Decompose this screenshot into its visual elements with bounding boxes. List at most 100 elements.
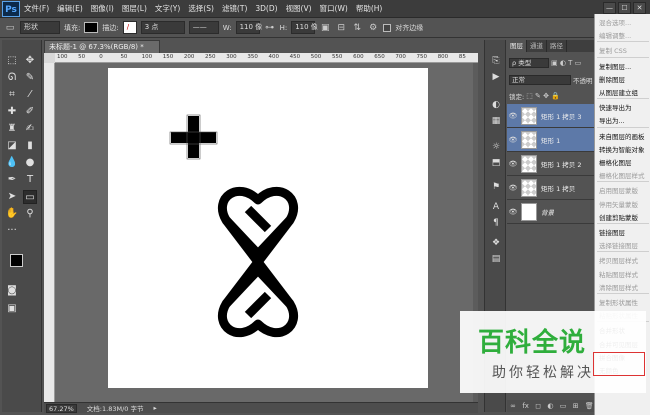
link-layers-icon[interactable]: ∞ [510,402,516,410]
minimize-button[interactable]: — [603,2,616,14]
layer-row[interactable]: 👁 矩形 1 拷贝 3 [507,104,597,128]
menu-view[interactable]: 视图(V) [282,3,316,14]
dodge-tool-icon[interactable]: ● [23,156,37,170]
menu-window[interactable]: 窗口(W) [316,3,352,14]
zoom-tool-icon[interactable]: ⚲ [23,207,37,221]
context-menu-item[interactable]: 链接图层 [599,227,625,237]
context-menu-item[interactable]: 创建剪贴蒙版 [599,212,638,222]
zoom-level[interactable]: 67.27% [46,403,77,413]
actions-icon[interactable]: ▶ [489,70,503,84]
rectangle-tool-icon[interactable]: ▭ [23,190,37,204]
context-menu-item[interactable]: 栅格化图层 [599,157,632,167]
width-input[interactable]: 110 像 [235,21,262,34]
context-menu-item[interactable]: 快速导出为 [599,102,632,112]
menu-help[interactable]: 帮助(H) [352,3,387,14]
layer-style-icon[interactable]: fx [522,402,529,410]
layer-name[interactable]: 矩形 1 拷贝 3 [541,111,581,121]
clone-stamp-tool-icon[interactable]: ♜ [5,122,19,136]
color-icon[interactable]: ◐ [489,98,503,112]
menu-file[interactable]: 文件(F) [20,3,53,14]
layer-name[interactable]: 矩形 1 拷贝 [541,183,575,193]
tab-channels[interactable]: 通道 [527,40,547,52]
layer-row[interactable]: 👁 矩形 1 [507,128,597,152]
gradient-tool-icon[interactable]: ▮ [23,139,37,153]
height-input[interactable]: 110 像 [291,21,318,34]
eyedropper-tool-icon[interactable]: ⁄ [23,88,37,102]
lock-icons[interactable]: ⬚ ✎ ✥ 🔒 [526,92,560,100]
type-tool-icon[interactable]: T [23,173,37,187]
context-menu-item[interactable]: 删除图层 [599,74,625,84]
move-tool-icon[interactable]: ✥ [23,54,37,68]
link-dimensions-icon[interactable]: ⊶ [264,22,276,34]
menu-type[interactable]: 文字(Y) [151,3,184,14]
close-button[interactable]: ✕ [633,2,646,14]
filter-icons[interactable]: ▣ ◐ T ▭ [551,59,581,67]
status-arrow-icon[interactable]: ▸ [153,404,156,412]
menu-filter[interactable]: 滤镜(T) [218,3,251,14]
tab-layers[interactable]: 图层 [507,40,527,52]
more-tools-icon[interactable]: ··· [5,224,19,238]
menu-select[interactable]: 选择(S) [184,3,218,14]
paragraph-icon[interactable]: ¶ [489,216,503,230]
add-mask-icon[interactable]: ◻ [535,402,541,410]
eye-icon[interactable]: 👁 [507,112,519,120]
tab-paths[interactable]: 路径 [547,40,567,52]
layer-name[interactable]: 矩形 1 [541,135,560,145]
layer-row[interactable]: 👁 矩形 1 拷贝 [507,176,597,200]
eye-icon[interactable]: 👁 [507,184,519,192]
ruler-horizontal[interactable]: 100 50 0 50 100 150 200 250 300 350 400 450 500 550 60… [55,53,478,63]
gear-icon[interactable]: ⚙ [367,22,379,34]
character-icon[interactable]: A [489,200,503,214]
shape-tool-preset-icon[interactable]: ▭ [4,22,16,34]
menu-3d[interactable]: 3D(D) [251,4,281,13]
path-operations-icon[interactable]: ▣ [319,22,331,34]
menu-layer[interactable]: 图层(L) [118,3,151,14]
history-icon[interactable]: ⎘ [489,54,503,68]
layer-row[interactable]: 👁 矩形 1 拷贝 2 [507,152,597,176]
brush-tool-icon[interactable]: ✐ [23,105,37,119]
canvas[interactable] [108,68,428,388]
foreground-color-swatch[interactable] [10,254,23,267]
menu-edit[interactable]: 编辑(E) [53,3,87,14]
blend-mode-select[interactable]: 正常 [509,75,571,85]
new-layer-icon[interactable]: ⊞ [573,402,579,410]
layer-name[interactable]: 矩形 1 拷贝 2 [541,159,581,169]
path-selection-tool-icon[interactable]: ➤ [5,190,19,204]
healing-brush-tool-icon[interactable]: ✚ [5,105,19,119]
quick-mask-icon[interactable]: ◙ [5,284,19,298]
plus-shape[interactable] [169,114,218,160]
crop-tool-icon[interactable]: ⌗ [5,88,19,102]
new-group-icon[interactable]: ▭ [560,402,567,410]
swatches-icon[interactable]: ▦ [489,114,503,128]
maximize-button[interactable]: ☐ [618,2,631,14]
context-menu-item[interactable]: 来自图层的画板 [599,131,645,141]
adjustments-icon[interactable]: ☼ [489,140,503,154]
blur-tool-icon[interactable]: 💧 [5,156,19,170]
fill-swatch[interactable] [84,22,99,33]
document-tab[interactable]: 未标题-1 @ 67.3%(RGB/8) * [44,40,160,53]
lasso-tool-icon[interactable]: ᘏ [5,71,19,85]
tool-mode-select[interactable]: 形状 [20,21,60,34]
path-alignment-icon[interactable]: ⊟ [335,22,347,34]
eye-icon[interactable]: 👁 [507,160,519,168]
context-menu-item[interactable]: 导出为... [599,115,625,125]
hand-tool-icon[interactable]: ✋ [5,207,19,221]
timeline-icon[interactable]: ▤ [489,252,503,266]
3d-icon[interactable]: ❖ [489,236,503,250]
properties-icon[interactable]: ⚑ [489,180,503,194]
layer-row[interactable]: 👁 背景 [507,200,597,224]
trash-icon[interactable]: 🗑 [585,402,594,410]
layer-name[interactable]: 背景 [541,207,554,217]
menu-image[interactable]: 图像(I) [87,3,118,14]
context-menu-item[interactable]: 从图层建立组 [599,87,638,97]
path-arrangement-icon[interactable]: ⇅ [351,22,363,34]
stroke-type-select[interactable]: —— [188,21,219,34]
history-brush-tool-icon[interactable]: ✍ [23,122,37,136]
eye-icon[interactable]: 👁 [507,136,519,144]
stroke-width-input[interactable]: 3 点 [140,21,185,34]
eraser-tool-icon[interactable]: ◪ [5,139,19,153]
context-menu-item[interactable]: 复制图层... [599,61,631,71]
context-menu-item[interactable]: 转换为智能对象 [599,144,645,154]
heart-chain-shape[interactable] [217,186,299,338]
document-info[interactable]: 文档:1.83M/0 字节 [87,403,144,413]
